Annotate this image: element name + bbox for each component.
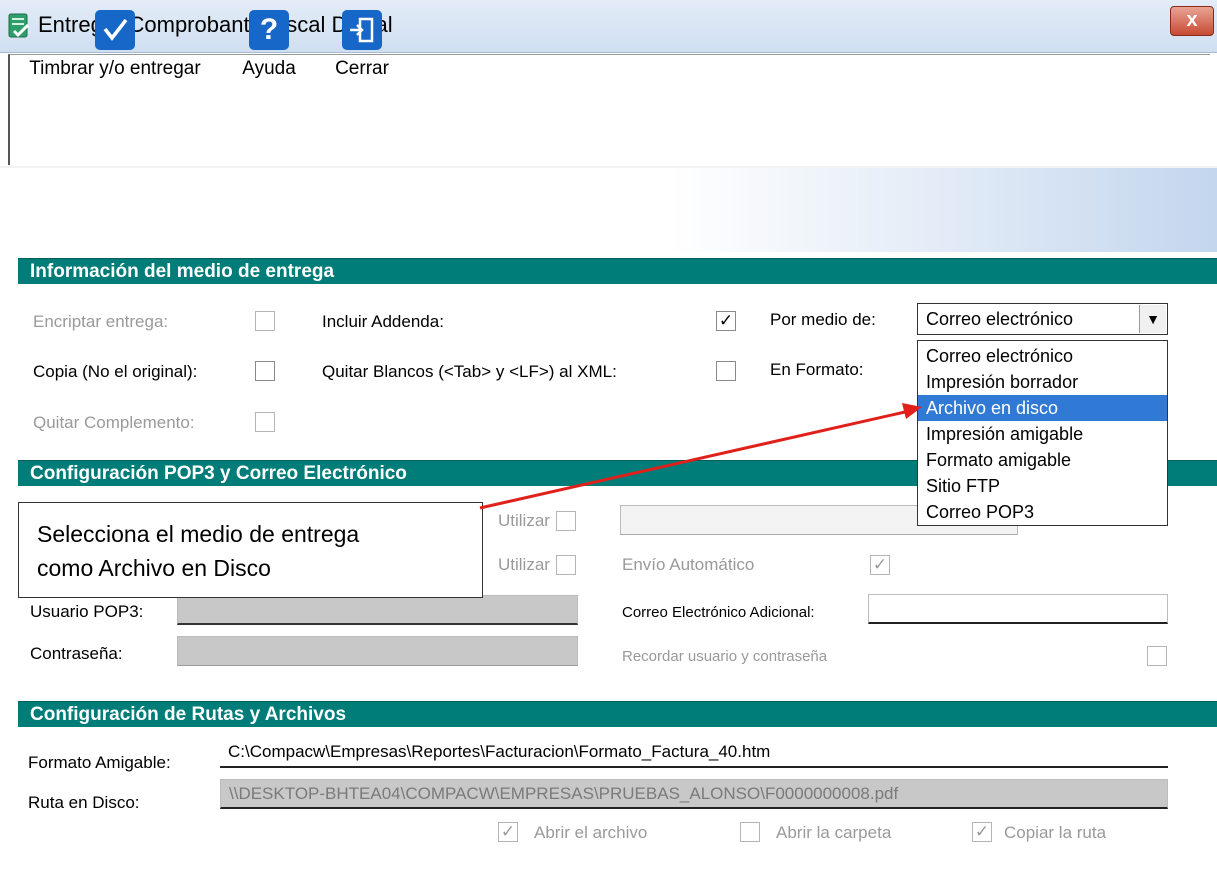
annotation-arrow xyxy=(479,403,922,510)
